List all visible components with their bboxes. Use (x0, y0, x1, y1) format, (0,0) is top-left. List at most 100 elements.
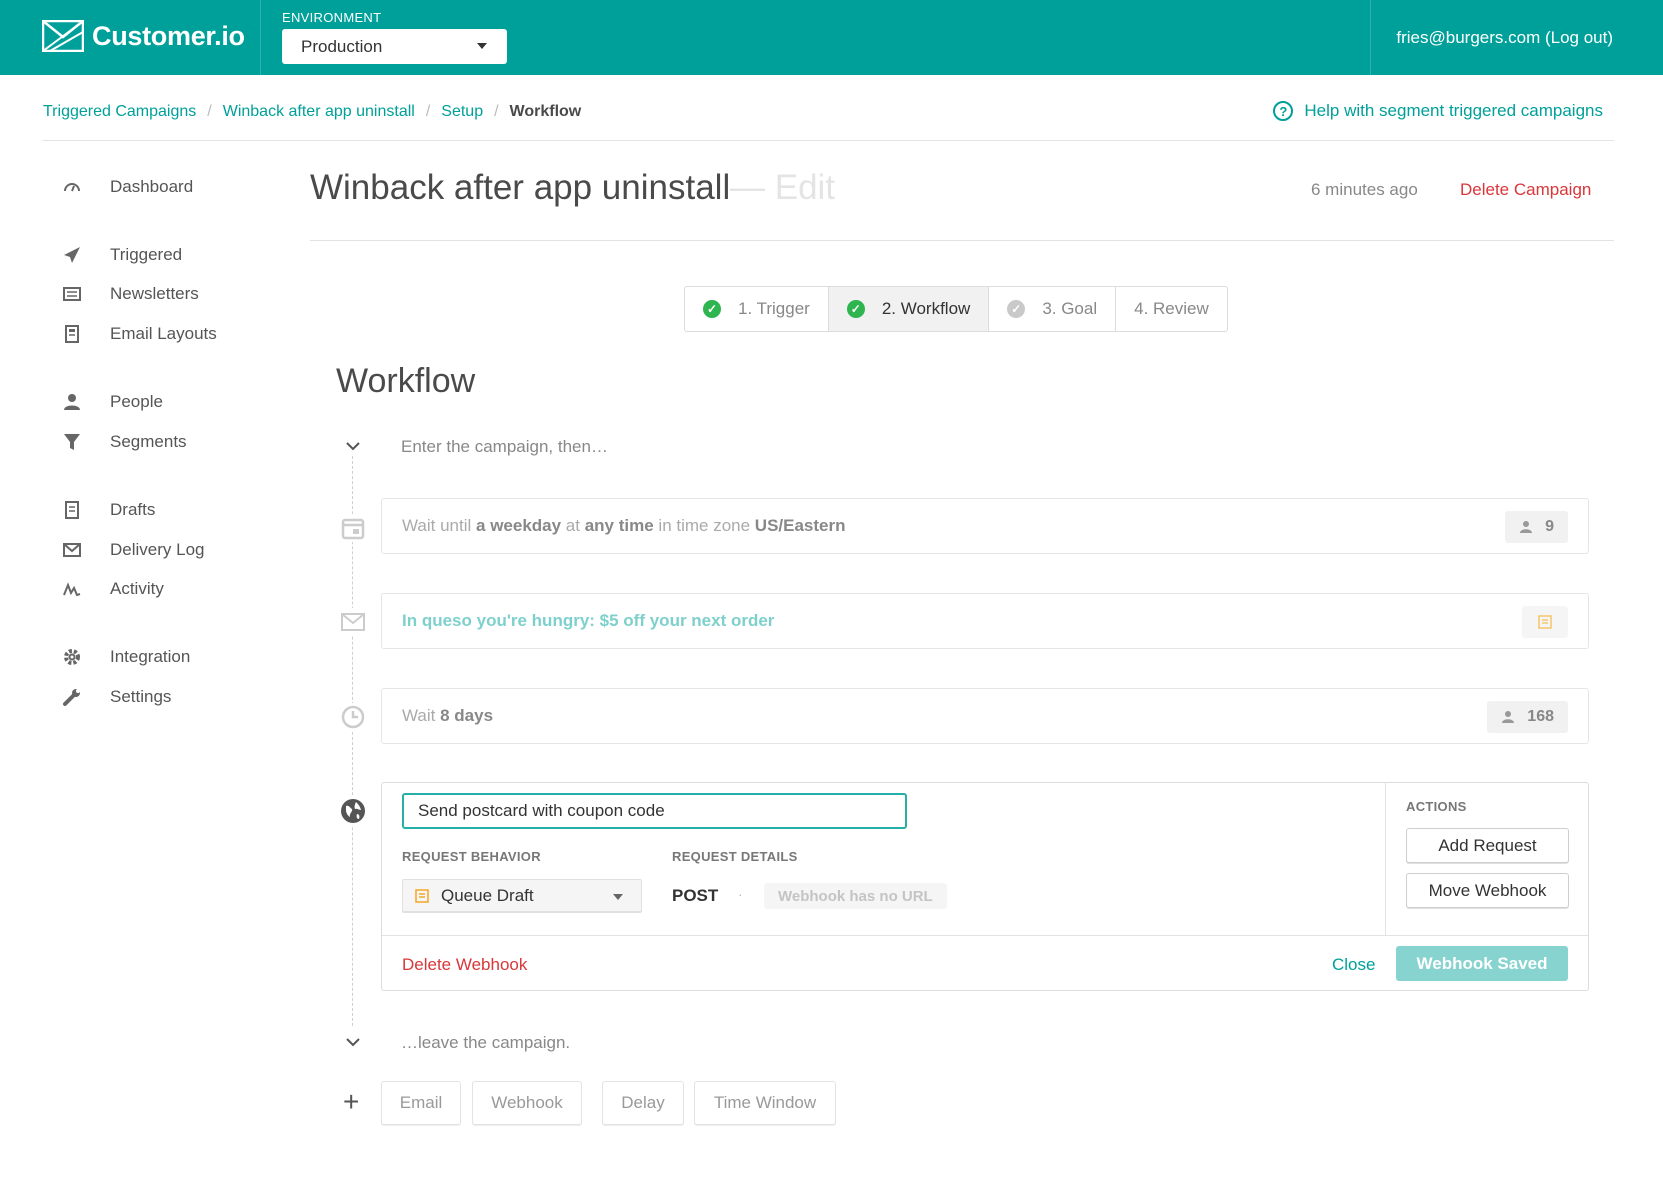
email-card[interactable]: In queso you're hungry: $5 off your next… (381, 593, 1589, 649)
top-bar: Customer.io ENVIRONMENT Production fries… (0, 0, 1663, 75)
last-updated: 6 minutes ago (1311, 180, 1418, 199)
divider (310, 240, 1614, 241)
layout-icon (60, 322, 84, 346)
step-workflow[interactable]: ✓ 2. Workflow (828, 287, 990, 331)
webhook-saved-button[interactable]: Webhook Saved (1396, 946, 1568, 981)
sidebar-item-label: Activity (110, 579, 164, 598)
wait-until-card[interactable]: Wait until a weekday at any time in time… (381, 498, 1589, 554)
sidebar-item-label: Dashboard (110, 177, 194, 196)
move-webhook-button[interactable]: Move Webhook (1406, 873, 1569, 908)
help-link[interactable]: ? Help with segment triggered campaigns (1273, 101, 1603, 121)
workflow-enter-text: Enter the campaign, then… (401, 437, 608, 456)
request-behavior-label: REQUEST BEHAVIOR (402, 849, 541, 864)
wait-until-text: Wait until a weekday at any time in time… (402, 516, 846, 535)
email-subject-link[interactable]: In queso you're hungry: $5 off your next… (402, 611, 774, 631)
environment-value: Production (301, 36, 383, 56)
breadcrumb-current: Workflow (509, 103, 582, 120)
wait-delay-card[interactable]: Wait 8 days 168 (381, 688, 1589, 744)
funnel-icon (60, 430, 84, 454)
people-count-badge[interactable]: 168 (1487, 701, 1568, 733)
environment-select[interactable]: Production (282, 29, 507, 64)
delete-webhook-link[interactable]: Delete Webhook (402, 955, 527, 975)
sidebar-item-label: People (110, 392, 163, 411)
delete-campaign-link[interactable]: Delete Campaign (1460, 180, 1591, 200)
sidebar-item-label: Integration (110, 647, 191, 666)
step-label: 1. Trigger (738, 299, 810, 318)
page-title-suffix: — Edit (730, 168, 836, 207)
people-count-badge[interactable]: 9 (1505, 511, 1568, 543)
gear-icon (60, 645, 84, 669)
sidebar-item-label: Segments (110, 432, 187, 451)
check-circle-icon: ✓ (1007, 300, 1026, 318)
sidebar-item-triggered[interactable]: Triggered (60, 243, 182, 267)
step-label: 4. Review (1134, 299, 1209, 318)
environment-label: ENVIRONMENT (282, 10, 382, 25)
envelope-icon (60, 538, 84, 562)
envelope-logo-icon (42, 20, 84, 52)
breadcrumb-triggered-campaigns[interactable]: Triggered Campaigns (43, 103, 196, 121)
request-behavior-select[interactable]: Queue Draft (402, 879, 642, 913)
sidebar-item-newsletters[interactable]: Newsletters (60, 282, 199, 306)
sidebar-item-label: Drafts (110, 500, 156, 519)
check-circle-icon: ✓ (846, 300, 865, 318)
question-circle-icon: ? (1273, 101, 1294, 121)
person-icon (1520, 521, 1533, 533)
add-time-window-button[interactable]: Time Window (694, 1081, 836, 1125)
sidebar-item-settings[interactable]: Settings (60, 685, 171, 709)
sidebar-item-activity[interactable]: Activity (60, 577, 164, 601)
plus-icon: + (343, 1086, 360, 1117)
step-review[interactable]: 4. Review (1116, 287, 1227, 331)
brand-name: Customer.io (92, 20, 245, 51)
globe-icon (339, 797, 367, 825)
request-behavior-value: Queue Draft (441, 885, 534, 905)
breadcrumb-separator: / (494, 103, 499, 120)
sidebar-item-segments[interactable]: Segments (60, 430, 187, 454)
check-circle-icon: ✓ (703, 300, 721, 318)
calendar-icon (339, 514, 367, 542)
webhook-name-input[interactable] (402, 793, 907, 829)
clock-icon (339, 703, 367, 731)
sidebar-item-dashboard[interactable]: Dashboard (60, 175, 193, 199)
sidebar-item-label: Triggered (110, 245, 183, 264)
people-count: 9 (1545, 518, 1554, 535)
person-icon (1502, 711, 1515, 723)
breadcrumb: Triggered Campaigns / Winback after app … (43, 103, 581, 121)
workflow-leave-text: …leave the campaign. (401, 1033, 571, 1052)
caret-down-icon (613, 894, 623, 900)
dashboard-icon (60, 175, 84, 199)
sidebar-item-integration[interactable]: Integration (60, 645, 190, 669)
add-request-button[interactable]: Add Request (1406, 828, 1569, 863)
add-email-button[interactable]: Email (381, 1081, 461, 1125)
page-title: Winback after app uninstall (310, 168, 731, 207)
paper-plane-icon (60, 243, 84, 267)
chevron-down-icon (343, 1032, 363, 1052)
wait-delay-text: Wait 8 days (402, 706, 494, 725)
close-link[interactable]: Close (1332, 955, 1375, 975)
add-webhook-button[interactable]: Webhook (472, 1081, 582, 1125)
sidebar-item-drafts[interactable]: Drafts (60, 498, 155, 522)
breadcrumb-separator: / (425, 103, 431, 120)
newspaper-icon (60, 282, 84, 306)
chevron-down-icon (343, 436, 363, 456)
sidebar-item-email-layouts[interactable]: Email Layouts (60, 322, 217, 346)
request-details-label: REQUEST DETAILS (672, 849, 798, 864)
sidebar-item-label: Email Layouts (110, 324, 217, 343)
brand-logo[interactable]: Customer.io (42, 20, 245, 52)
webhook-url-placeholder[interactable]: Webhook has no URL (764, 883, 947, 909)
activity-icon (60, 577, 84, 601)
step-label: 2. Workflow (881, 299, 971, 318)
sidebar-item-label: Delivery Log (110, 540, 205, 559)
step-trigger[interactable]: ✓ 1. Trigger (685, 287, 829, 331)
divider (1370, 0, 1371, 75)
add-delay-button[interactable]: Delay (602, 1081, 684, 1125)
breadcrumb-campaign[interactable]: Winback after app uninstall (223, 103, 415, 121)
draft-note-icon (1522, 606, 1568, 638)
breadcrumb-setup[interactable]: Setup (441, 103, 483, 121)
request-method: POST (672, 886, 719, 905)
user-logout-link[interactable]: fries@burgers.com (Log out) (1396, 28, 1613, 48)
sidebar-item-delivery-log[interactable]: Delivery Log (60, 538, 205, 562)
step-goal[interactable]: ✓ 3. Goal (989, 287, 1117, 331)
sidebar-item-people[interactable]: People (60, 390, 163, 414)
wrench-icon (60, 685, 84, 709)
breadcrumb-separator: / (207, 103, 212, 120)
